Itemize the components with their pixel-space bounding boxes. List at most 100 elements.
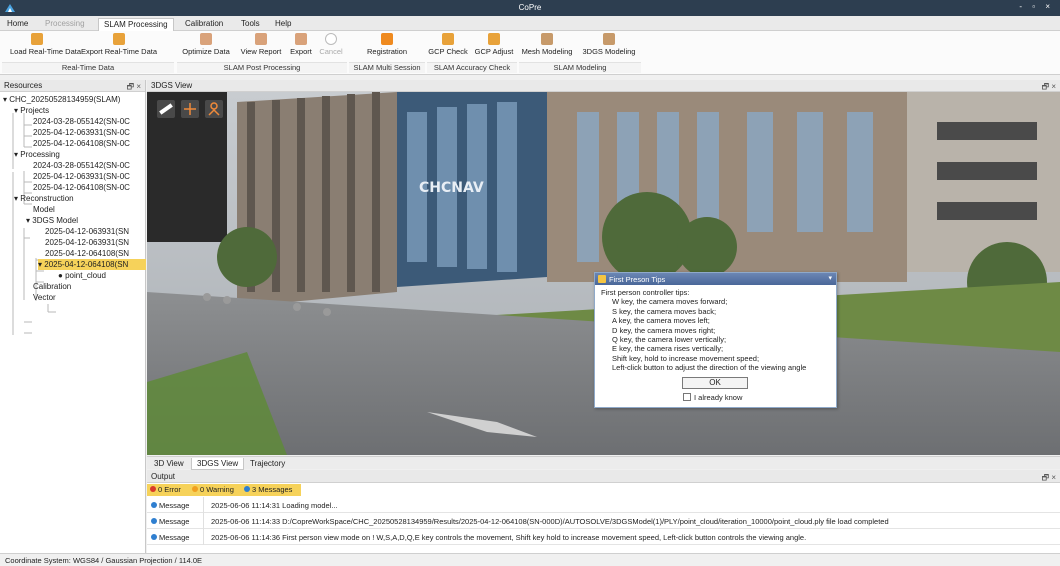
tip-line: A key, the camera moves left; — [612, 316, 710, 326]
tree-item-model[interactable]: Model — [33, 204, 55, 215]
tab-help[interactable]: Help — [270, 18, 296, 31]
status-bar: Coordinate System: WGS84 / Gaussian Proj… — [0, 553, 1060, 566]
tab-calibration[interactable]: Calibration — [180, 18, 228, 31]
tree-item-3dgs-entry[interactable]: 2025-04-12-063931(SN — [45, 226, 129, 237]
info-icon — [151, 518, 157, 524]
tip-line: Shift key, hold to increase movement spe… — [612, 353, 760, 363]
tree-item-processing[interactable]: ▾ Processing — [14, 149, 60, 160]
export-real-time-data-button[interactable]: Export Real-Time Data — [64, 33, 174, 61]
info-icon — [151, 502, 157, 508]
menu-tabs: Home Processing SLAM Processing Calibrat… — [0, 16, 1060, 31]
tip-line: Left-click button to adjust the directio… — [612, 363, 807, 373]
tree-item-project[interactable]: 2025-04-12-063931(SN-0C — [33, 127, 130, 138]
dialog-heading: First person controller tips: — [601, 288, 690, 297]
tree-item-vector[interactable]: Vector — [33, 292, 56, 303]
output-row[interactable]: Message 2025-06-06 11:14:33 D:/CopreWork… — [147, 513, 1060, 529]
ribbon: Load Real-Time Data Export Real-Time Dat… — [0, 31, 1060, 75]
report-icon — [255, 33, 267, 45]
tip-line: W key, the camera moves forward; — [612, 297, 728, 307]
dialog-app-icon — [598, 275, 606, 283]
view-tabs: 3D View 3DGS View Trajectory — [147, 456, 1060, 470]
mesh-modeling-button[interactable]: Mesh Modeling — [519, 33, 575, 61]
point-cloud-icon: ● — [58, 271, 66, 280]
tab-slam-processing[interactable]: SLAM Processing — [98, 18, 174, 31]
3dgs-modeling-icon — [603, 33, 615, 45]
tip-line: S key, the camera moves back; — [612, 306, 717, 316]
resources-title: Resources — [4, 81, 43, 90]
warning-filter[interactable]: 0 Warning — [192, 485, 234, 494]
tab-tools[interactable]: Tools — [236, 18, 265, 31]
coordinate-system-status: Coordinate System: WGS84 / Gaussian Proj… — [5, 556, 203, 565]
group-slam-accuracy-check: SLAM Accuracy Check — [427, 62, 517, 73]
messages-filter[interactable]: 3 Messages — [244, 485, 292, 494]
dialog-titlebar: First Preson Tips ▾ — [595, 273, 836, 285]
mesh-modeling-icon — [541, 33, 553, 45]
error-filter[interactable]: 0 Error — [150, 485, 181, 494]
output-message: 2025-06-06 11:14:36 First person view mo… — [211, 533, 807, 542]
group-slam-modeling: SLAM Modeling — [519, 62, 641, 73]
tree-item-3dgs-model[interactable]: ▾ 3DGS Model — [26, 215, 78, 226]
measure-ruler-icon[interactable] — [157, 100, 175, 118]
tree-item-project[interactable]: 2025-04-12-064108(SN-0C — [33, 138, 130, 149]
tip-line: D key, the camera moves right; — [612, 325, 716, 335]
tree-item-calibration[interactable]: Calibration — [33, 281, 71, 292]
tab-3d-view[interactable]: 3D View — [149, 458, 189, 470]
building-sign: CHCNAV — [419, 180, 484, 196]
ok-button[interactable]: OK — [682, 377, 748, 389]
optimize-data-button[interactable]: Optimize Data — [178, 33, 234, 61]
column-divider — [203, 529, 204, 545]
warning-icon — [192, 486, 198, 492]
output-row[interactable]: Message 2025-06-06 11:14:31 Loading mode… — [147, 497, 1060, 513]
tree-item-point-cloud[interactable]: ● point_cloud — [58, 270, 106, 281]
3dgs-modeling-button[interactable]: 3DGS Modeling — [578, 33, 640, 61]
tree-item-3dgs-entry[interactable]: 2025-04-12-064108(SN — [45, 248, 129, 259]
tab-3dgs-view[interactable]: 3DGS View — [191, 458, 245, 470]
registration-button[interactable]: Registration — [360, 33, 414, 61]
column-divider — [203, 513, 204, 529]
export-data-icon — [113, 33, 125, 45]
tree-root-project[interactable]: ▾ CHC_20250528134959(SLAM) — [3, 94, 120, 105]
tab-trajectory[interactable]: Trajectory — [245, 458, 290, 470]
output-filter-bar: 0 Error 0 Warning 3 Messages — [147, 484, 301, 496]
output-message: 2025-06-06 11:14:31 Loading model... — [211, 501, 338, 510]
window-controls[interactable]: - ▫ × — [1019, 2, 1054, 11]
tree-item-processing-run[interactable]: 2025-04-12-064108(SN-0C — [33, 182, 130, 193]
dialog-body: First person controller tips: W key, the… — [595, 285, 836, 376]
tree-item-processing-run[interactable]: 2024-03-28-055142(SN-0C — [33, 160, 130, 171]
output-panel-controls[interactable]: 🗗 × — [1042, 472, 1056, 486]
tree-item-processing-run[interactable]: 2025-04-12-063931(SN-0C — [33, 171, 130, 182]
gcp-check-button[interactable]: GCP Check — [426, 33, 470, 61]
column-divider — [203, 497, 204, 513]
export-button[interactable]: Export — [287, 33, 315, 61]
tab-home[interactable]: Home — [2, 18, 33, 31]
tree-item-3dgs-entry-selected[interactable]: ▾ 2025-04-12-064108(SN — [38, 259, 146, 270]
first-person-icon[interactable] — [205, 100, 223, 118]
group-real-time-data: Real-Time Data — [2, 62, 174, 73]
cancel-button[interactable]: Cancel — [316, 33, 346, 61]
load-data-icon — [31, 33, 43, 45]
output-row[interactable]: Message 2025-06-06 11:14:36 First person… — [147, 529, 1060, 545]
gcp-adjust-icon — [488, 33, 500, 45]
tree-item-reconstruction[interactable]: ▾ Reconstruction — [14, 193, 74, 204]
dialog-close-icon[interactable]: ▾ — [828, 274, 832, 282]
already-know-checkbox[interactable]: I already know — [683, 393, 742, 402]
registration-icon — [381, 33, 393, 45]
optimize-icon — [200, 33, 212, 45]
checkbox-box[interactable] — [683, 393, 691, 401]
tree-item-project[interactable]: 2024-03-28-055142(SN-0C — [33, 116, 130, 127]
view-header: 3DGS View 🗗 × — [147, 80, 1060, 92]
view-report-button[interactable]: View Report — [236, 33, 286, 61]
output-header: Output 🗗 × — [147, 470, 1060, 483]
tab-processing[interactable]: Processing — [40, 18, 90, 31]
resources-header: Resources 🗗 × — [0, 80, 145, 92]
tree-item-3dgs-entry[interactable]: 2025-04-12-063931(SN — [45, 237, 129, 248]
tree-item-projects[interactable]: ▾ Projects — [14, 105, 49, 116]
group-slam-multi-session: SLAM Multi Session — [349, 62, 425, 73]
move-arrows-icon[interactable] — [181, 100, 199, 118]
load-real-time-data-button[interactable]: Load Real-Time Data — [10, 33, 81, 61]
dialog-title: First Preson Tips — [609, 275, 666, 284]
first-person-tips-dialog: First Preson Tips ▾ First person control… — [594, 272, 837, 408]
error-icon — [150, 486, 156, 492]
gcp-adjust-button[interactable]: GCP Adjust — [471, 33, 517, 61]
title-bar: CoPre - ▫ × — [0, 0, 1060, 16]
